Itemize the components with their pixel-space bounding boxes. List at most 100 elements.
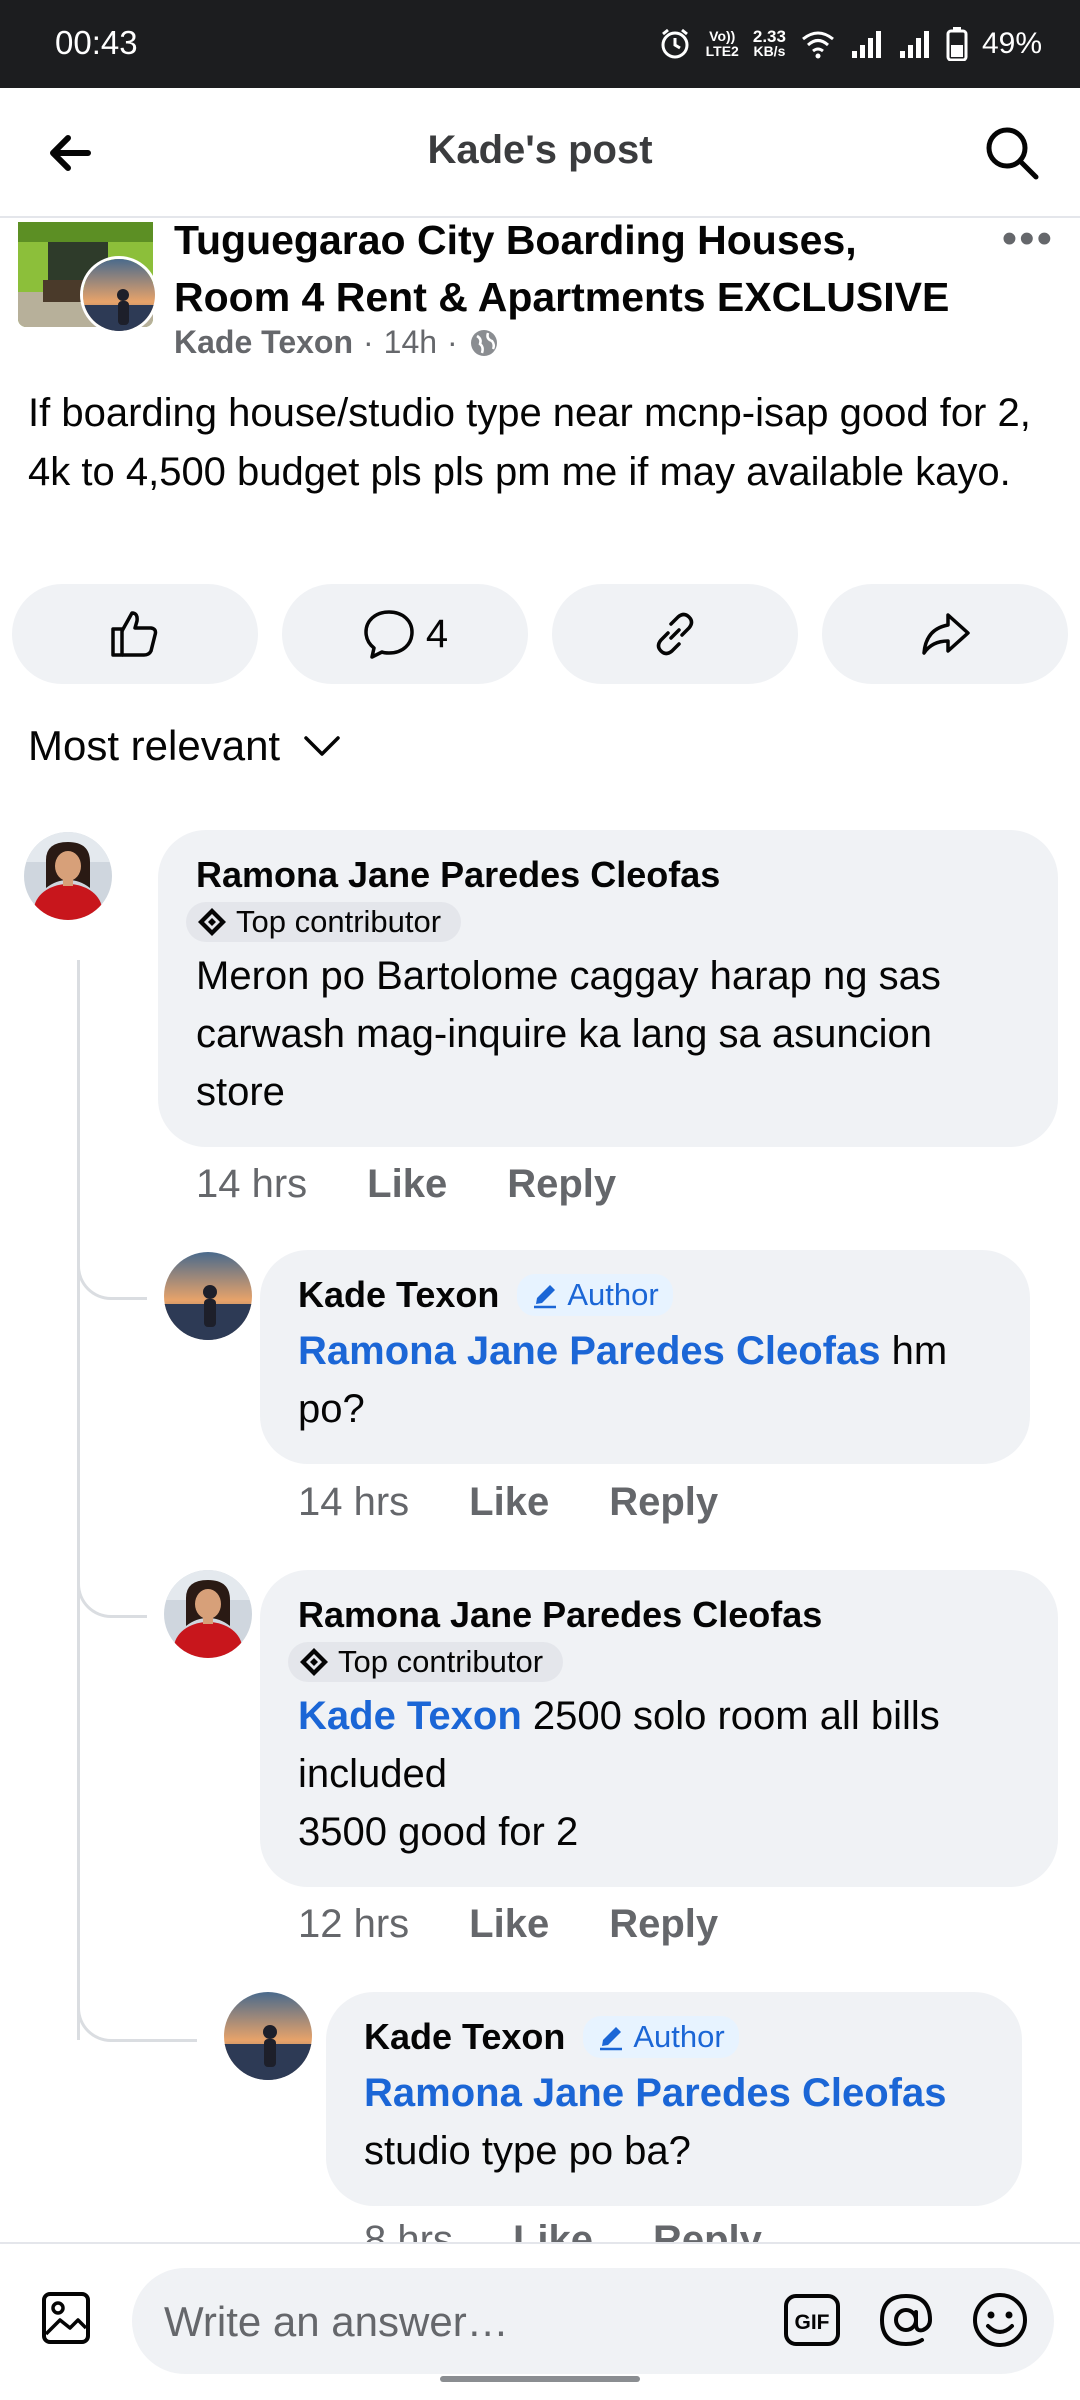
top-contributor-badge: Top contributor [186, 902, 462, 942]
pencil-icon [534, 1285, 557, 1309]
comment-bubble[interactable]: Kade Texon Author Ramona Jane Paredes Cl… [326, 1992, 1022, 2206]
comment-reply-button[interactable]: Reply [609, 1480, 718, 1525]
page-title: Kade's post [427, 128, 653, 172]
comment-author[interactable]: Kade Texon Author [364, 2014, 984, 2060]
mention-at-icon[interactable] [876, 2290, 936, 2350]
group-name[interactable]: Tuguegarao City Boarding Houses, Room 4 … [174, 212, 984, 326]
comment-bubble[interactable]: Ramona Jane Paredes Cleofas Top contribu… [260, 1570, 1058, 1887]
thread-branch [77, 1230, 147, 1300]
sort-label: Most relevant [28, 722, 281, 769]
top-contributor-badge: Top contributor [288, 1642, 564, 1682]
comment-sort-dropdown[interactable]: Most relevant [28, 722, 342, 770]
comment-like-button[interactable]: Like [469, 1902, 549, 1947]
signal-icon-1 [851, 31, 881, 58]
comment-time[interactable]: 14 hrs [196, 1162, 307, 1207]
comment-text: Ramona Jane Paredes Cleofas studio type … [364, 2064, 984, 2180]
search-icon[interactable] [980, 121, 1044, 185]
share-button[interactable] [822, 584, 1068, 684]
net-speed-value: 2.33 [752, 27, 786, 46]
author-badge: Author [583, 2016, 739, 2058]
comment-text: Meron po Bartolome caggay harap ng sas c… [196, 954, 941, 1114]
link-icon [656, 612, 694, 656]
status-bar: 00:43 Vo)) LTE2 2.33 KB/s 49% [0, 0, 1080, 88]
volte-indicator: Vo)) LTE2 [706, 29, 739, 59]
chevron-down-icon [304, 736, 340, 756]
battery-percent: 49% [981, 27, 1042, 60]
comment-time[interactable]: 12 hrs [298, 1902, 409, 1947]
wifi-icon [802, 31, 834, 59]
alarm-icon [661, 28, 689, 59]
emoji-icon[interactable] [970, 2290, 1030, 2350]
meta-dot: · [447, 324, 458, 360]
like-button[interactable] [12, 584, 258, 684]
share-arrow-icon [922, 613, 970, 655]
comment-like-button[interactable]: Like [469, 1480, 549, 1525]
comment-author[interactable]: Kade Texon Author [298, 1272, 992, 1318]
comment-time[interactable]: 14 hrs [298, 1480, 409, 1525]
badge-label: Top contributor [338, 1644, 544, 1679]
comment-bubble-icon [364, 610, 414, 659]
photo-icon[interactable] [38, 2290, 94, 2346]
post-body: If boarding house/studio type near mcnp-… [28, 391, 1031, 494]
comment-button[interactable]: 4 [282, 584, 528, 684]
comment-bubble[interactable]: Ramona Jane Paredes Cleofas Top contribu… [158, 830, 1058, 1147]
diamond-badge-icon [198, 908, 226, 936]
comment-input[interactable]: Write an answer… GIF [132, 2268, 1054, 2374]
comment-input-placeholder: Write an answer… [164, 2298, 509, 2345]
comment-reply-button[interactable]: Reply [609, 1902, 718, 1947]
post-meta: Kade Texon · 14h · [174, 324, 500, 361]
top-bar: Kade's post [0, 88, 1080, 218]
meta-dot: · [363, 324, 374, 360]
comment-actions: 14 hrs Like Reply [196, 1162, 616, 1207]
comment-text: Ramona Jane Paredes Cleofas hm po? [298, 1322, 992, 1438]
badge-label: Top contributor [236, 904, 442, 939]
volte-top: Vo)) [709, 28, 736, 44]
battery-icon [946, 27, 968, 61]
author-avatar[interactable] [80, 256, 158, 334]
net-speed-unit: KB/s [753, 43, 786, 59]
diamond-badge-icon [300, 1648, 328, 1676]
comment-actions: 14 hrs Like Reply [298, 1480, 718, 1525]
author-badge: Author [517, 1274, 673, 1316]
status-time: 00:43 [55, 24, 138, 61]
pencil-icon [600, 2027, 623, 2051]
mention-link[interactable]: Kade Texon [298, 1694, 522, 1738]
comment-author-name[interactable]: Ramona Jane Paredes Cleofas [196, 852, 720, 898]
volte-bottom: LTE2 [705, 43, 739, 59]
comment-author-name[interactable]: Ramona Jane Paredes Cleofas [298, 1592, 822, 1638]
post-time[interactable]: 14h [384, 324, 437, 361]
net-speed: 2.33 KB/s [752, 27, 786, 59]
commenter-avatar[interactable] [164, 1252, 252, 1340]
commenter-avatar[interactable] [24, 832, 112, 920]
comment-count: 4 [425, 611, 449, 656]
globe-icon [470, 329, 497, 356]
comment-bubble[interactable]: Kade Texon Author Ramona Jane Paredes Cl… [260, 1250, 1030, 1464]
comment-author-name[interactable]: Kade Texon [298, 1272, 499, 1318]
comment-author[interactable]: Ramona Jane Paredes Cleofas [196, 852, 1020, 898]
copy-link-button[interactable] [552, 584, 798, 684]
author-badge-label: Author [567, 1277, 659, 1312]
post-author[interactable]: Kade Texon [174, 324, 353, 361]
thumbs-up-icon [111, 611, 158, 657]
mention-link[interactable]: Ramona Jane Paredes Cleofas [364, 2064, 984, 2122]
commenter-avatar[interactable] [164, 1570, 252, 1658]
gif-icon[interactable]: GIF [782, 2290, 842, 2350]
commenter-avatar[interactable] [224, 1992, 312, 2080]
comment-text-body: studio type po ba? [364, 2129, 691, 2173]
comment-like-button[interactable]: Like [367, 1162, 447, 1207]
post-actions: 4 [12, 584, 1068, 684]
more-options-icon[interactable]: ••• [1002, 214, 1054, 264]
thread-branch [77, 1548, 147, 1618]
home-indicator[interactable] [440, 2376, 640, 2382]
thread-line [77, 960, 80, 2040]
comment-text-line2: 3500 good for 2 [298, 1810, 579, 1854]
comment-text: Kade Texon 2500 solo room all bills incl… [298, 1687, 1020, 1803]
comment-author[interactable]: Ramona Jane Paredes Cleofas [298, 1592, 1020, 1638]
signal-icon-2 [899, 31, 929, 58]
comment-actions: 12 hrs Like Reply [298, 1902, 718, 1947]
thread-branch [77, 1972, 197, 2042]
author-badge-label: Author [633, 2019, 725, 2054]
mention-link[interactable]: Ramona Jane Paredes Cleofas [298, 1329, 880, 1373]
comment-reply-button[interactable]: Reply [507, 1162, 616, 1207]
comment-author-name[interactable]: Kade Texon [364, 2014, 565, 2060]
